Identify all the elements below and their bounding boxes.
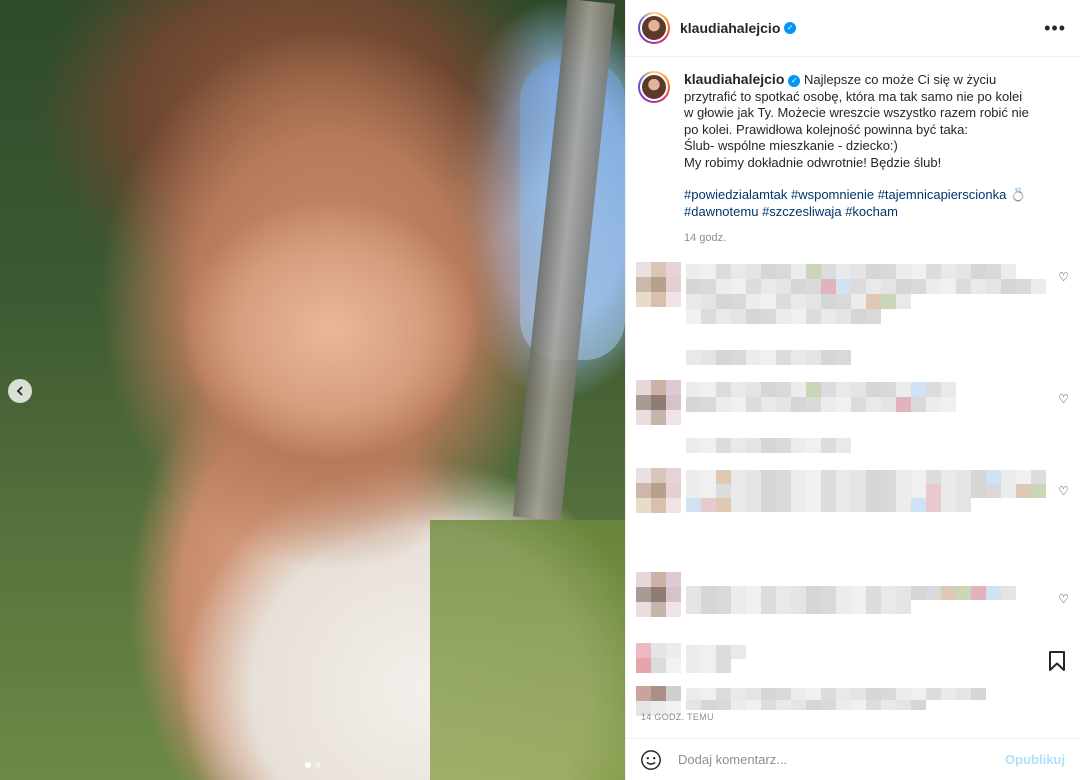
comment-avatar[interactable]: [636, 643, 681, 688]
carousel-dot: [304, 762, 311, 768]
hashtag-link[interactable]: #dawnotemu: [684, 204, 758, 219]
carousel-indicator: [0, 762, 625, 768]
header-username[interactable]: klaudiahalejcio: [680, 20, 780, 36]
like-comment-heart-icon[interactable]: ♡: [1058, 392, 1069, 406]
like-comment-heart-icon[interactable]: ♡: [1058, 270, 1069, 284]
emoji-icon[interactable]: [640, 749, 662, 771]
post-timestamp[interactable]: 14 GODZ. TEMU: [641, 712, 714, 722]
verified-badge-icon: ✓: [788, 74, 801, 87]
bookmark-icon[interactable]: [1048, 651, 1066, 671]
comment-avatar[interactable]: [636, 262, 681, 307]
comment-avatar[interactable]: [636, 468, 681, 513]
hashtag-link[interactable]: #powiedzialamtak: [684, 187, 787, 202]
chevron-left-icon: [16, 386, 23, 396]
hashtag-link[interactable]: #wspomnienie: [791, 187, 874, 202]
caption-username[interactable]: klaudiahalejcio: [684, 71, 784, 87]
avatar[interactable]: [638, 12, 670, 44]
comment-avatar[interactable]: [636, 686, 681, 731]
hashtag-link[interactable]: #szczesliwaja: [762, 204, 841, 219]
add-comment-bar: Opublikuj: [626, 738, 1080, 780]
post-details-panel: klaudiahalejcio ✓ ••• klaudiahalejcio ✓ N…: [625, 0, 1080, 780]
post-header: klaudiahalejcio ✓ •••: [626, 0, 1080, 57]
hashtag-link[interactable]: #tajemnicapierscionka: [878, 187, 1007, 202]
caption-time[interactable]: 14 godz.: [684, 230, 1034, 247]
publish-button[interactable]: Opublikuj: [1005, 752, 1065, 767]
carousel-dot: [314, 762, 321, 768]
more-options-icon[interactable]: •••: [1044, 18, 1066, 39]
hashtags: #powiedzialamtak #wspomnienie #tajemnica…: [684, 187, 1034, 220]
verified-badge-icon: ✓: [784, 22, 797, 34]
comment-avatar[interactable]: [636, 380, 681, 425]
ring-emoji: 💍: [1009, 187, 1027, 202]
previous-slide-button[interactable]: [8, 379, 32, 403]
hashtag-link[interactable]: #kocham: [845, 204, 898, 219]
comment-input[interactable]: [676, 751, 1006, 768]
like-comment-heart-icon[interactable]: ♡: [1058, 592, 1069, 606]
post-photo[interactable]: [0, 0, 625, 780]
caption: klaudiahalejcio ✓ Najlepsze co może Ci si…: [626, 57, 1080, 247]
like-comment-heart-icon[interactable]: ♡: [1058, 484, 1069, 498]
caption-line: My robimy dokładnie odwrotnie! Będzie śl…: [684, 154, 942, 170]
photo-grass: [430, 520, 625, 780]
caption-line: Ślub- wspólne mieszkanie - dziecko:): [684, 138, 898, 153]
caption-avatar[interactable]: [638, 71, 670, 103]
caption-line: kolejność powinna być taka:: [806, 121, 969, 137]
comment-avatar[interactable]: [636, 572, 681, 617]
